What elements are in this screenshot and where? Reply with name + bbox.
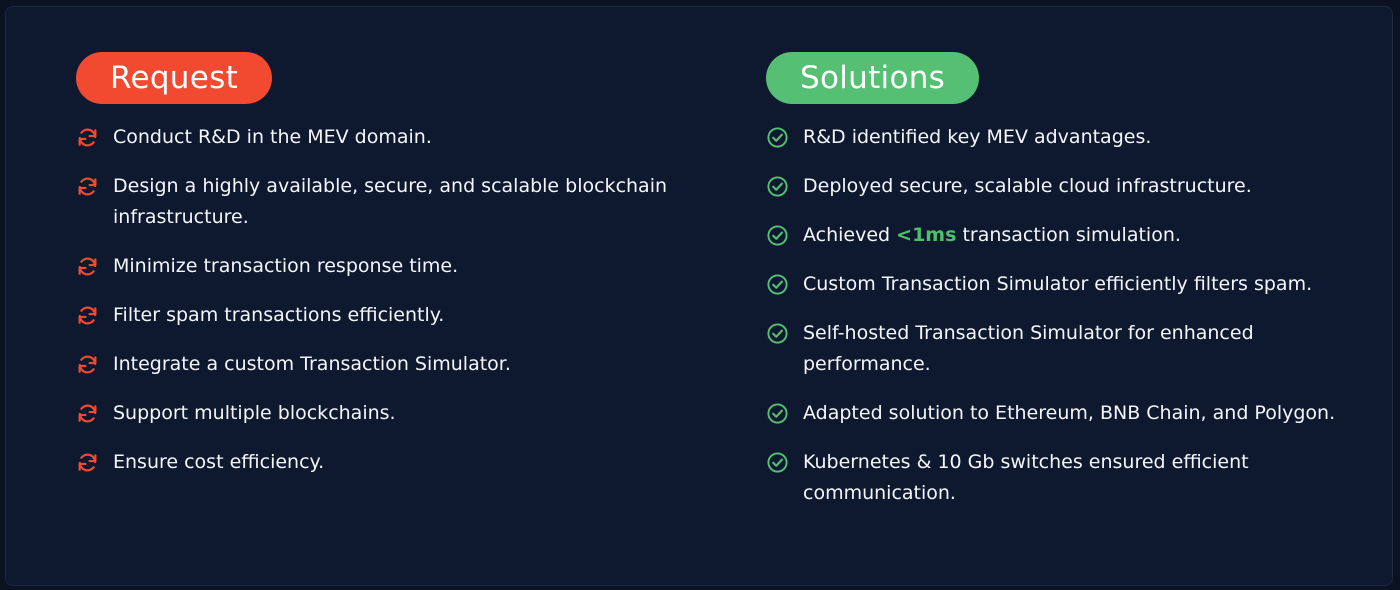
solution-item-text: Adapted solution to Ethereum, BNB Chain,…	[803, 402, 1336, 424]
solutions-column: Solutions R&D identified key MEV advanta…	[766, 52, 1366, 527]
solution-item: Achieved <1ms transaction simulation.	[766, 220, 1366, 251]
request-item: Design a highly available, secure, and s…	[76, 171, 676, 233]
check-circle-icon	[767, 274, 788, 295]
check-circle-icon	[767, 452, 788, 473]
solution-item: Deployed secure, scalable cloud infrastr…	[766, 171, 1366, 202]
solution-item: R&D identified key MEV advantages.	[766, 122, 1366, 153]
solutions-list: R&D identified key MEV advantages. Deplo…	[766, 122, 1366, 509]
check-circle-icon	[767, 403, 788, 424]
solution-item-text: Deployed secure, scalable cloud infrastr…	[803, 175, 1252, 197]
request-item: Support multiple blockchains.	[76, 398, 676, 429]
request-item-text: Support multiple blockchains.	[113, 402, 396, 424]
request-item: Minimize transaction response time.	[76, 251, 676, 282]
solutions-title: Solutions	[766, 52, 980, 104]
refresh-icon	[78, 404, 97, 423]
solution-item: Kubernetes & 10 Gb switches ensured effi…	[766, 447, 1366, 509]
solution-item-text: Achieved <1ms transaction simulation.	[803, 224, 1181, 246]
request-item: Ensure cost efficiency.	[76, 447, 676, 478]
refresh-icon	[78, 177, 97, 196]
request-item-text: Filter spam transactions efficiently.	[113, 304, 445, 326]
request-item: Integrate a custom Transaction Simulator…	[76, 349, 676, 380]
refresh-icon	[78, 128, 97, 147]
refresh-icon	[78, 257, 97, 276]
solution-item-text: Self-hosted Transaction Simulator for en…	[803, 322, 1254, 375]
request-item: Filter spam transactions efficiently.	[76, 300, 676, 331]
refresh-icon	[78, 453, 97, 472]
solution-item-text: R&D identified key MEV advantages.	[803, 126, 1152, 148]
request-item-text: Integrate a custom Transaction Simulator…	[113, 353, 511, 375]
solution-item-text-pre: Achieved	[803, 224, 897, 246]
request-title: Request	[76, 52, 273, 104]
check-circle-icon	[767, 127, 788, 148]
comparison-panel: Request Conduct R&D in the MEV domain. D…	[5, 6, 1393, 586]
latency-highlight: <1ms	[896, 224, 957, 246]
refresh-icon	[78, 306, 97, 325]
request-item-text: Conduct R&D in the MEV domain.	[113, 126, 432, 148]
solution-item: Custom Transaction Simulator efficiently…	[766, 269, 1366, 300]
refresh-icon	[78, 355, 97, 374]
solution-item: Self-hosted Transaction Simulator for en…	[766, 318, 1366, 380]
check-circle-icon	[767, 323, 788, 344]
request-item-text: Ensure cost efficiency.	[113, 451, 325, 473]
check-circle-icon	[767, 176, 788, 197]
solution-item-text-post: transaction simulation.	[956, 224, 1181, 246]
request-item-text: Minimize transaction response time.	[113, 255, 459, 277]
solution-item: Adapted solution to Ethereum, BNB Chain,…	[766, 398, 1366, 429]
request-list: Conduct R&D in the MEV domain. Design a …	[76, 122, 676, 478]
check-circle-icon	[767, 225, 788, 246]
solution-item-text: Kubernetes & 10 Gb switches ensured effi…	[803, 451, 1249, 504]
request-item-text: Design a highly available, secure, and s…	[113, 175, 668, 228]
request-item: Conduct R&D in the MEV domain.	[76, 122, 676, 153]
solution-item-text: Custom Transaction Simulator efficiently…	[803, 273, 1313, 295]
request-column: Request Conduct R&D in the MEV domain. D…	[76, 52, 676, 496]
